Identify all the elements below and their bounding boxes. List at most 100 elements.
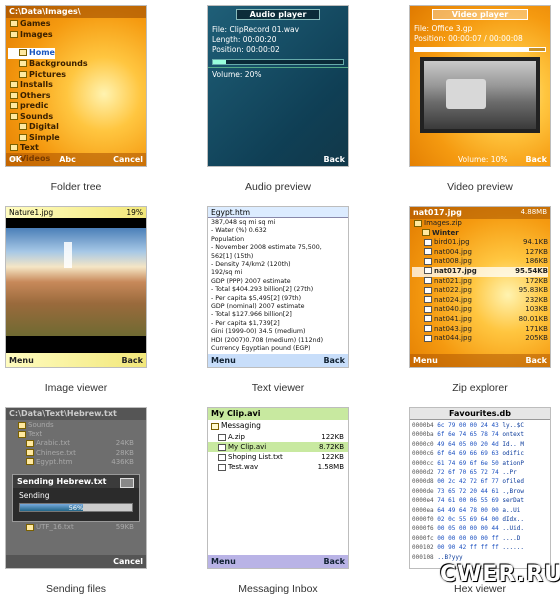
back-softkey[interactable]: Back bbox=[121, 356, 143, 365]
zip-file-name: bird01.jpg bbox=[424, 238, 470, 248]
text-content: 387,048 sq mi sq mi - Water (%) 0.632 Popu… bbox=[208, 218, 348, 355]
video-progress-bar[interactable] bbox=[414, 47, 546, 52]
zip-file-name: nat040.jpg bbox=[424, 305, 472, 315]
zip-file-name: nat004.jpg bbox=[424, 248, 472, 258]
back-softkey[interactable]: Back bbox=[323, 155, 345, 164]
tree-item[interactable]: Pictures bbox=[8, 70, 144, 81]
zip-file-row[interactable]: nat017.jpg 95.54KB bbox=[412, 266, 548, 277]
text-line: - Total $404.293 billion[2] (27th) bbox=[211, 286, 314, 294]
tree-item[interactable]: Installs bbox=[8, 80, 144, 91]
zip-file-row[interactable]: nat004.jpg 127KB bbox=[412, 248, 548, 258]
menu-softkey[interactable]: Menu bbox=[211, 356, 236, 365]
zip-explorer-screen: nat017.jpg 4.88MB Images.zip Winter bird01.… bbox=[409, 206, 551, 368]
menu-softkey[interactable]: Menu bbox=[9, 356, 34, 365]
file-name: nat004.jpg bbox=[434, 247, 472, 256]
video-player-screen: Video player File: Office 3.gp Position:… bbox=[409, 5, 551, 167]
file-size: 103KB bbox=[525, 305, 548, 314]
text-line: - Per capita $5,495[2] (97th) bbox=[211, 294, 302, 302]
zip-file-row[interactable]: bird01.jpg 94.1KB bbox=[412, 238, 548, 248]
ok-softkey[interactable]: OK bbox=[9, 155, 22, 164]
softkey-bar: Menu Back bbox=[208, 555, 348, 568]
softkey-bar: OK Abc Cancel bbox=[6, 153, 146, 166]
hex-row: 0000de 73 65 72 20 44 61 .,Brow bbox=[412, 487, 548, 496]
abc-softkey[interactable]: Abc bbox=[59, 155, 76, 164]
back-softkey[interactable]: Back bbox=[525, 356, 547, 365]
hex-ascii: ationP bbox=[502, 459, 525, 467]
text-line: - Density 74/km2 (120th) bbox=[211, 261, 291, 269]
zip-file-name: nat017.jpg bbox=[424, 267, 477, 277]
back-softkey[interactable]: Back bbox=[323, 356, 345, 365]
hex-address: 0000c0 bbox=[412, 440, 434, 448]
zip-file-row[interactable]: nat022.jpg 95.83KB bbox=[412, 286, 548, 296]
hex-ascii: a..Ui bbox=[502, 506, 521, 514]
hex-address: 0000e4 bbox=[412, 497, 434, 505]
message-file-row[interactable]: My Clip.avi 8.72KB bbox=[208, 442, 348, 452]
tree-item[interactable]: Home bbox=[8, 48, 55, 59]
tree-item[interactable]: Images bbox=[8, 30, 144, 41]
zip-file-row[interactable]: nat044.jpg 205KB bbox=[412, 334, 548, 344]
tree-item[interactable]: Sounds bbox=[8, 112, 144, 123]
file-name: Sounds bbox=[28, 421, 54, 429]
hex-ascii: ly..$C bbox=[502, 422, 525, 429]
cancel-softkey[interactable]: Cancel bbox=[113, 155, 143, 164]
tree-item[interactable]: Simple bbox=[8, 133, 144, 144]
caption-video: Video preview bbox=[447, 181, 513, 193]
back-softkey[interactable]: Back bbox=[525, 155, 547, 164]
hex-bytes: 00 05 00 00 00 44 bbox=[433, 525, 503, 533]
message-file-row[interactable]: Test.wav 1.58MB bbox=[208, 462, 348, 472]
tree-item[interactable]: Digital bbox=[8, 122, 144, 133]
zip-file-row[interactable]: nat024.jpg 232KB bbox=[412, 296, 548, 306]
file-size: 186KB bbox=[525, 257, 548, 266]
tree-item[interactable]: Others bbox=[8, 91, 144, 102]
back-softkey[interactable]: Back bbox=[323, 557, 345, 566]
audio-progress-bar[interactable] bbox=[212, 59, 344, 65]
zip-file-row[interactable]: nat043.jpg 171KB bbox=[412, 325, 548, 335]
hex-bytes: 6f 6e 74 65 78 74 bbox=[433, 431, 503, 439]
zip-file-row[interactable]: nat021.jpg 172KB bbox=[412, 277, 548, 287]
hex-row: 0000ba 6f 6e 74 65 78 74 ontext bbox=[412, 430, 548, 439]
caption-messaging: Messaging Inbox bbox=[238, 583, 318, 595]
audio-file: File: ClipRecord 01.wav bbox=[212, 25, 300, 34]
softkey-bar: Back bbox=[410, 153, 550, 166]
message-file-row[interactable]: A.zip 122KB bbox=[208, 432, 348, 442]
message-file-name: Shoping List.txt bbox=[218, 452, 283, 462]
text-line: Currency Egyptian pound (EGP) bbox=[211, 345, 311, 353]
folder-icon bbox=[10, 81, 18, 88]
hex-address: 0000ea bbox=[412, 506, 434, 514]
message-file-row[interactable]: Shoping List.txt 122KB bbox=[208, 452, 348, 462]
menu-softkey[interactable]: Menu bbox=[413, 356, 438, 365]
zip-file-row[interactable]: nat040.jpg 103KB bbox=[412, 305, 548, 315]
file-size: 95.54KB bbox=[515, 266, 548, 275]
folder-tree-list: Games Images Home Backgrounds Pictures Instal… bbox=[6, 18, 146, 165]
image-file-icon bbox=[424, 334, 432, 342]
zip-folder-label: Winter bbox=[432, 228, 459, 237]
tree-item[interactable]: Backgrounds bbox=[8, 59, 144, 70]
tree-item[interactable]: Games bbox=[8, 19, 144, 30]
file-size: 1.58MB bbox=[317, 463, 344, 471]
video-file: File: Office 3.gp bbox=[414, 24, 473, 33]
image-file-icon bbox=[424, 277, 432, 285]
message-file-name: A.zip bbox=[218, 432, 245, 442]
tree-item[interactable]: predic bbox=[8, 101, 144, 112]
softkey-bar: Menu Back bbox=[6, 353, 146, 367]
file-name: nat022.jpg bbox=[434, 286, 472, 295]
zip-folder-row[interactable]: Images.zip bbox=[412, 219, 548, 229]
cancel-softkey[interactable]: Cancel bbox=[113, 557, 143, 566]
file-size: 436KB bbox=[111, 457, 134, 466]
hex-bytes: 6f 64 69 66 69 63 bbox=[433, 450, 503, 458]
zip-folder-row[interactable]: Winter bbox=[412, 229, 548, 239]
tree-item[interactable]: Text bbox=[8, 143, 144, 154]
menu-softkey[interactable]: Menu bbox=[211, 557, 236, 566]
hex-address: 000108 bbox=[412, 553, 434, 561]
hex-bytes: 6c 79 00 00 24 43 bbox=[433, 422, 503, 429]
text-line: - Total $127.966 billion[2] bbox=[211, 311, 292, 319]
tree-item-label: Installs bbox=[20, 80, 53, 89]
text-line: - Per capita $1,739[2] bbox=[211, 319, 280, 327]
zip-file-row[interactable]: nat041.jpg 80.01KB bbox=[412, 315, 548, 325]
hex-address: 000102 bbox=[412, 544, 434, 552]
zip-file-row[interactable]: nat008.jpg 186KB bbox=[412, 257, 548, 267]
tree-item-label: Pictures bbox=[29, 69, 66, 79]
messaging-inbox-screen: My Clip.avi Messaging A.zip 122KB My Clip.… bbox=[207, 407, 349, 569]
caption-zip: Zip explorer bbox=[452, 382, 508, 394]
zip-file-list: Images.zip Winter bird01.jpg 94.1KB nat004.j… bbox=[410, 219, 550, 344]
